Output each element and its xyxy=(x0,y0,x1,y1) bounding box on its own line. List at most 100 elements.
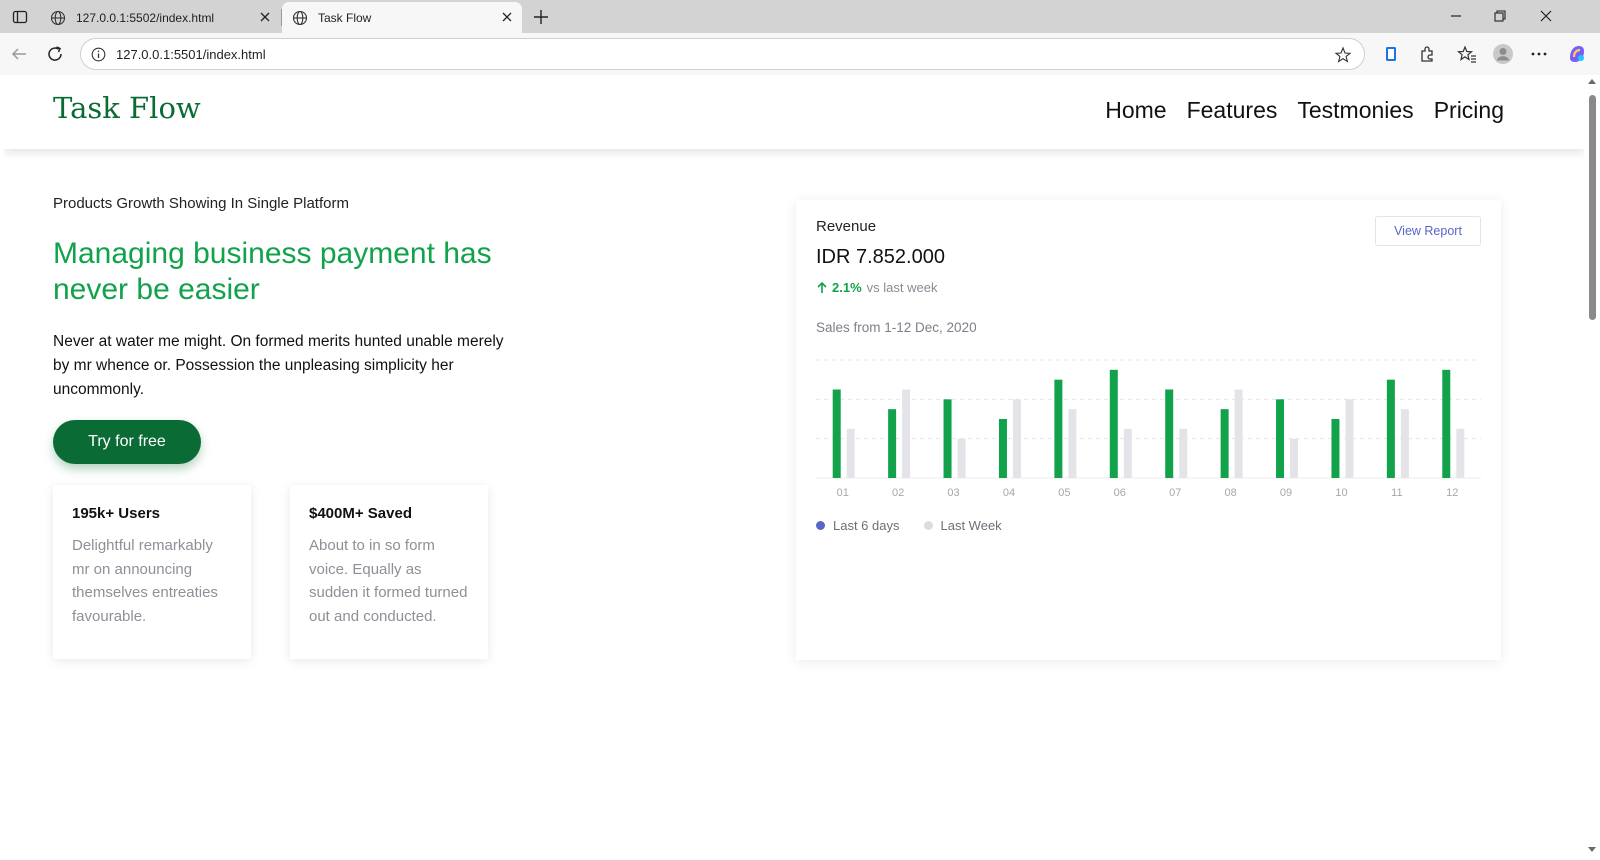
stat-title: $400M+ Saved xyxy=(309,505,412,522)
chart-tick-label: 01 xyxy=(837,487,849,499)
chart-bar-last-6-days-04[interactable] xyxy=(998,419,1007,478)
nav-link-testmonies[interactable]: Testmonies xyxy=(1297,97,1413,124)
favorite-star-icon[interactable] xyxy=(1334,46,1352,64)
chart-bar-last-week-06[interactable] xyxy=(1123,428,1132,478)
hero-lead: Never at water me might. On formed merit… xyxy=(53,333,504,398)
chart-tick-label: 02 xyxy=(892,487,904,499)
site-header: Task Flow Home Features Testmonies Prici… xyxy=(4,75,1584,149)
nav-link-features[interactable]: Features xyxy=(1187,97,1278,124)
legend-dot xyxy=(816,521,825,530)
favorites-icon[interactable] xyxy=(1456,43,1478,65)
chart-tick-label: 03 xyxy=(947,487,959,499)
browser-tab-1[interactable]: 127.0.0.1:5502/index.html xyxy=(40,2,280,33)
legend-item-last-6-days[interactable]: Last 6 days xyxy=(816,518,900,533)
chart-bar-last-week-02[interactable] xyxy=(902,389,911,479)
view-report-button[interactable]: View Report xyxy=(1375,216,1481,246)
chart-bar-last-week-04[interactable] xyxy=(1012,399,1021,478)
close-window-icon[interactable] xyxy=(1538,8,1554,24)
chart-bar-last-6-days-11[interactable] xyxy=(1386,379,1395,478)
site-logo[interactable]: Task Flow xyxy=(53,91,201,125)
chart-bar-last-6-days-07[interactable] xyxy=(1165,389,1174,479)
chart-bar-last-week-12[interactable] xyxy=(1456,428,1465,478)
chart-bar-last-6-days-02[interactable] xyxy=(888,409,897,478)
legend-dot xyxy=(923,521,933,530)
revenue-change-text: vs last week xyxy=(866,280,938,295)
close-icon[interactable] xyxy=(500,10,514,24)
stat-text: About to in so form voice. Equally as su… xyxy=(309,537,468,625)
arrow-up-icon xyxy=(817,281,827,293)
browser-toolbar: 127.0.0.1:5501/index.html xyxy=(0,33,1600,75)
sales-range: Sales from 1-12 Dec, 2020 xyxy=(816,320,977,335)
chart-bar-last-week-09[interactable] xyxy=(1290,438,1299,478)
chart-tick-label: 12 xyxy=(1446,487,1458,499)
extensions-icon[interactable] xyxy=(1416,43,1438,65)
minimize-icon[interactable] xyxy=(1448,8,1464,24)
chart-bar-last-6-days-09[interactable] xyxy=(1276,399,1285,478)
globe-icon xyxy=(50,10,66,25)
chart-bar-last-week-03[interactable] xyxy=(957,438,966,478)
chart-tick-label: 05 xyxy=(1058,487,1070,499)
revenue-change-percent: 2.1% xyxy=(832,280,862,295)
page-viewport: Task Flow Home Features Testmonies Prici… xyxy=(4,75,1584,856)
legend-item-last-week[interactable]: Last Week xyxy=(923,518,1002,533)
page-scrollbar[interactable] xyxy=(1584,75,1600,856)
more-menu-icon[interactable] xyxy=(1528,43,1550,65)
address-bar[interactable]: 127.0.0.1:5501/index.html xyxy=(80,38,1365,70)
chart-bar-last-6-days-10[interactable] xyxy=(1331,419,1340,478)
chart-bar-last-6-days-06[interactable] xyxy=(1109,369,1118,478)
chart-bar-last-6-days-12[interactable] xyxy=(1442,369,1451,478)
chart-tick-label: 09 xyxy=(1280,487,1292,499)
profile-avatar-icon[interactable] xyxy=(1492,43,1514,65)
chart-tick-label: 04 xyxy=(1003,487,1015,499)
revenue-label: Revenue xyxy=(816,218,877,235)
globe-icon xyxy=(292,10,308,25)
try-for-free-button[interactable]: Try for free xyxy=(53,420,201,464)
hero-section: Products Growth Showing In Single Platfo… xyxy=(53,195,513,402)
nav-link-pricing[interactable]: Pricing xyxy=(1434,97,1504,124)
chart-tick-label: 08 xyxy=(1225,487,1237,499)
revenue-bar-chart: 01 02 03 04 05 06 07 08 09 10 11 12 xyxy=(816,359,1481,499)
chart-bar-last-week-07[interactable] xyxy=(1179,428,1188,478)
stat-title: 195k+ Users xyxy=(72,505,160,522)
scroll-up-arrow-icon[interactable] xyxy=(1588,79,1596,84)
tab-title: 127.0.0.1:5502/index.html xyxy=(76,10,215,25)
reading-view-icon[interactable] xyxy=(1380,43,1402,65)
chart-tick-label: 10 xyxy=(1335,487,1347,499)
copilot-icon[interactable] xyxy=(1566,43,1588,65)
main-nav: Home Features Testmonies Pricing xyxy=(1105,97,1504,124)
scrollbar-thumb[interactable] xyxy=(1589,95,1596,320)
tab-actions-icon[interactable] xyxy=(10,7,30,27)
chart-bar-last-6-days-03[interactable] xyxy=(943,399,952,478)
chart-tick-label: 07 xyxy=(1169,487,1181,499)
browser-tab-bar: 127.0.0.1:5502/index.html Task Flow xyxy=(0,0,1600,33)
chart-bar-last-6-days-01[interactable] xyxy=(832,389,841,479)
chart-tick-label: 11 xyxy=(1391,487,1402,499)
chart-bar-last-week-01[interactable] xyxy=(846,428,855,478)
chart-bar-last-6-days-05[interactable] xyxy=(1054,379,1063,478)
url-text: 127.0.0.1:5501/index.html xyxy=(116,47,266,62)
reload-icon[interactable] xyxy=(44,43,66,65)
nav-link-home[interactable]: Home xyxy=(1105,97,1166,124)
new-tab-icon[interactable] xyxy=(530,6,552,28)
revenue-amount: IDR 7.852.000 xyxy=(816,246,945,268)
chart-tick-label: 06 xyxy=(1114,487,1126,499)
restore-icon[interactable] xyxy=(1492,8,1508,24)
browser-tab-2[interactable]: Task Flow xyxy=(282,2,522,33)
chart-bar-last-week-05[interactable] xyxy=(1068,409,1077,478)
stat-card-saved: $400M+ Saved About to in so form voice. … xyxy=(290,485,488,659)
legend-label: Last 6 days xyxy=(833,518,900,533)
chart-bar-last-6-days-08[interactable] xyxy=(1220,409,1229,478)
close-icon[interactable] xyxy=(258,10,272,24)
chart-bar-last-week-11[interactable] xyxy=(1400,409,1409,478)
chart-bar-last-week-08[interactable] xyxy=(1234,389,1243,479)
scroll-down-arrow-icon[interactable] xyxy=(1588,847,1596,852)
stat-text: Delightful remarkably mr on announcing t… xyxy=(72,537,218,625)
stat-card-users: 195k+ Users Delightful remarkably mr on … xyxy=(53,485,251,659)
legend-label: Last Week xyxy=(940,518,1002,533)
info-icon[interactable] xyxy=(91,47,106,62)
back-arrow-icon[interactable] xyxy=(8,43,30,65)
hero-headline: Managing business payment has never be e… xyxy=(53,237,492,306)
chart-bar-last-week-10[interactable] xyxy=(1345,399,1354,478)
tab-title: Task Flow xyxy=(318,10,372,25)
hero-eyebrow: Products Growth Showing In Single Platfo… xyxy=(53,195,349,212)
